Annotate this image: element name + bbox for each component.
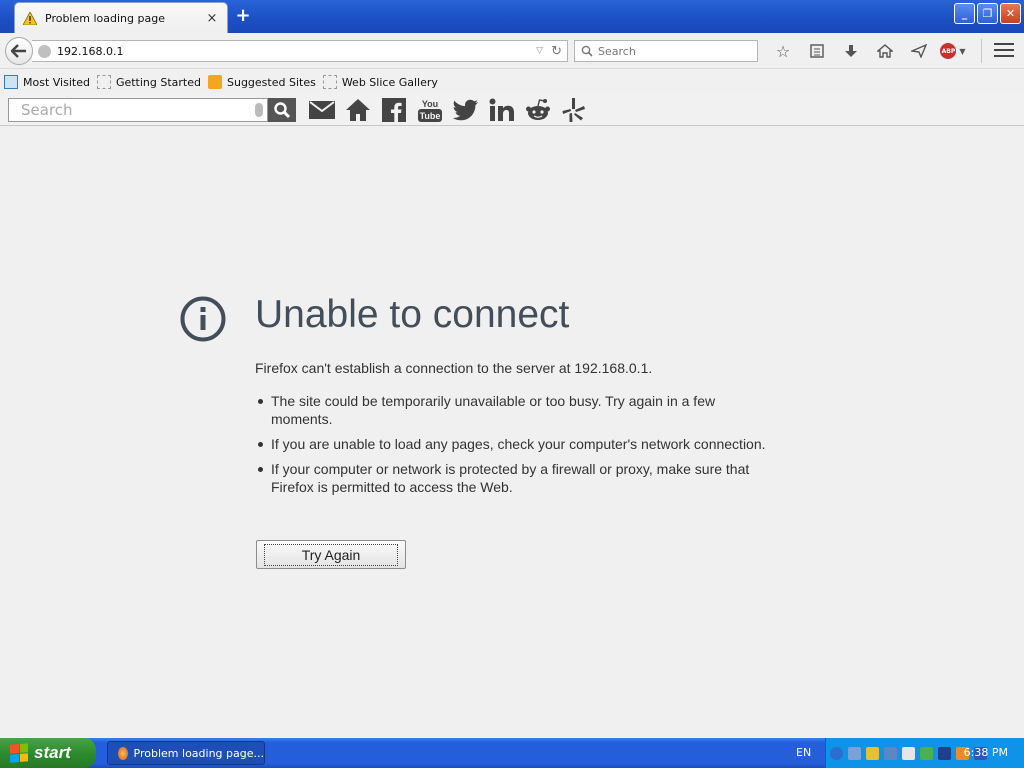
download-icon[interactable] — [834, 39, 868, 63]
restore-button[interactable]: ❐ — [977, 3, 998, 24]
bookmark-star-icon[interactable]: ☆ — [766, 39, 800, 63]
bookmark-most-visited[interactable]: Most Visited — [4, 75, 90, 89]
addon-search-placeholder: Search — [21, 100, 73, 119]
window-controls: _ ❐ ✕ — [954, 3, 1021, 24]
yelp-icon[interactable] — [556, 97, 592, 123]
try-again-button[interactable]: Try Again — [256, 540, 406, 569]
addon-search-button[interactable] — [268, 97, 296, 122]
globe-icon — [38, 44, 51, 58]
linkedin-icon[interactable] — [484, 97, 520, 123]
bookmark-label: Web Slice Gallery — [341, 75, 438, 89]
tab-problem-loading[interactable]: Problem loading page × — [14, 2, 228, 33]
addon-toolbar: Search You Tube — [0, 94, 1024, 126]
taskbar: start Problem loading page... EN 6:38 PM — [0, 738, 1024, 768]
start-button[interactable]: start — [0, 738, 96, 768]
page-icon — [96, 75, 111, 89]
title-bar: Problem loading page × + _ ❐ ✕ — [0, 0, 1024, 33]
back-arrow-icon — [11, 44, 26, 58]
bookmark-getting-started[interactable]: Getting Started — [96, 75, 201, 89]
taskbar-item-label: Problem loading page... — [133, 746, 264, 760]
back-button[interactable] — [5, 37, 33, 65]
document-icon[interactable] — [902, 746, 915, 760]
url-text[interactable]: 192.168.0.1 — [57, 45, 536, 58]
url-bar[interactable]: 192.168.0.1 ▽ ↻ — [32, 40, 568, 62]
twitter-icon[interactable] — [448, 97, 484, 123]
bookmark-suggested-sites[interactable]: Suggested Sites — [208, 75, 316, 89]
search-placeholder: Search — [598, 44, 636, 58]
bookmark-label: Most Visited — [23, 75, 90, 89]
suggestion-item: The site could be temporarily unavailabl… — [255, 392, 775, 428]
reddit-icon[interactable] — [520, 97, 556, 123]
warning-icon — [23, 11, 37, 25]
page-icon — [322, 75, 337, 89]
error-suggestions: The site could be temporarily unavailabl… — [255, 392, 775, 503]
error-heading: Unable to connect — [255, 293, 570, 336]
mail-icon[interactable] — [304, 97, 340, 123]
menu-icon[interactable] — [994, 41, 1014, 59]
windows-logo-icon — [10, 743, 28, 763]
app-tray-icon[interactable] — [920, 746, 933, 760]
close-window-button[interactable]: ✕ — [1000, 3, 1021, 24]
search-icon — [274, 101, 291, 118]
bookmark-web-slice-gallery[interactable]: Web Slice Gallery — [322, 75, 438, 89]
info-icon — [180, 296, 226, 342]
search-icon — [581, 45, 593, 57]
error-description: Firefox can't establish a connection to … — [255, 360, 653, 376]
start-label: start — [34, 743, 71, 762]
bookmark-label: Suggested Sites — [227, 75, 316, 89]
home-icon[interactable] — [868, 39, 902, 63]
bookmarks-bar: Most Visited Getting Started Suggested S… — [0, 70, 1024, 94]
dropdown-arrow-icon[interactable]: ▽ — [536, 46, 543, 56]
send-icon[interactable] — [902, 39, 936, 63]
most-visited-icon — [4, 75, 18, 89]
home-icon[interactable] — [340, 97, 376, 123]
clock: 6:38 PM — [963, 746, 1008, 759]
firefox-icon — [118, 746, 128, 760]
navigation-bar: 192.168.0.1 ▽ ↻ Search ☆ ABP ▼ — [0, 33, 1024, 69]
suggestion-item: If your computer or network is protected… — [255, 460, 775, 496]
taskbar-item-firefox[interactable]: Problem loading page... — [107, 741, 265, 765]
adblock-icon[interactable]: ABP ▼ — [936, 39, 970, 63]
try-again-label: Try Again — [263, 543, 399, 566]
new-tab-button[interactable]: + — [234, 6, 252, 26]
tab-title: Problem loading page — [45, 11, 165, 25]
network-icon[interactable] — [848, 746, 861, 760]
minimize-button[interactable]: _ — [954, 3, 975, 24]
reload-icon[interactable]: ↻ — [551, 44, 562, 59]
microphone-icon[interactable] — [255, 102, 263, 117]
addon-shortcut-icons: You Tube — [304, 97, 592, 123]
search-bar[interactable]: Search — [574, 40, 758, 62]
svg-text:You: You — [422, 99, 438, 109]
bookmark-label: Getting Started — [115, 75, 201, 89]
suggestion-item: If you are unable to load any pages, che… — [255, 435, 775, 453]
language-indicator[interactable]: EN — [796, 746, 811, 759]
toolbar-separator — [981, 39, 982, 63]
facebook-icon[interactable] — [376, 97, 412, 123]
svg-text:Tube: Tube — [420, 111, 441, 121]
volume-icon[interactable] — [884, 746, 897, 760]
suggested-sites-icon — [208, 75, 222, 89]
error-page: Unable to connect Firefox can't establis… — [0, 127, 1024, 738]
tab-close-icon[interactable]: × — [205, 11, 219, 26]
bookmarks-menu-icon[interactable] — [800, 39, 834, 63]
shield-icon[interactable] — [938, 746, 951, 760]
security-alert-icon[interactable] — [866, 746, 879, 760]
toolbar-icons: ☆ ABP ▼ — [766, 39, 970, 63]
addon-search-input[interactable]: Search — [8, 97, 268, 122]
tray-expand-icon[interactable] — [830, 746, 843, 760]
youtube-icon[interactable]: You Tube — [412, 97, 448, 123]
